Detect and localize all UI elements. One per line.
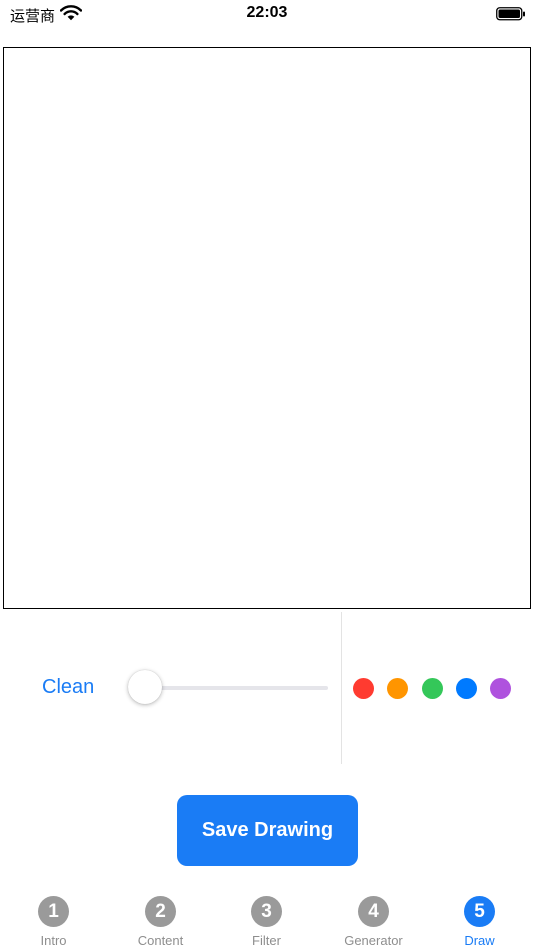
tab-draw[interactable]: 5 Draw <box>426 886 533 950</box>
tab-generator[interactable]: 4 Generator <box>320 886 427 950</box>
drawing-canvas[interactable] <box>3 47 531 609</box>
save-drawing-button[interactable]: Save Drawing <box>177 795 358 866</box>
stroke-width-slider[interactable] <box>128 670 330 706</box>
battery-icon <box>496 7 526 26</box>
color-swatch-green[interactable] <box>422 678 443 699</box>
tab-label: Generator <box>344 933 403 948</box>
tab-number-badge: 3 <box>251 896 282 927</box>
tab-label: Content <box>137 933 184 948</box>
drawing-controls: Clean <box>0 612 534 764</box>
tab-number-badge: 4 <box>358 896 389 927</box>
tab-label: Filter <box>252 933 281 948</box>
color-swatch-purple[interactable] <box>490 678 511 699</box>
status-bar: 运营商 22:03 <box>0 0 534 30</box>
tab-filter[interactable]: 3 Filter <box>213 886 320 950</box>
tab-label: Draw <box>464 933 495 948</box>
clean-button[interactable]: Clean <box>42 676 94 699</box>
tab-number-badge: 2 <box>145 896 176 927</box>
slider-thumb[interactable] <box>128 670 162 704</box>
clock: 22:03 <box>246 4 288 21</box>
color-swatch-orange[interactable] <box>387 678 408 699</box>
tab-number-badge: 1 <box>38 896 69 927</box>
tab-label: Intro <box>40 933 67 948</box>
color-swatch-red[interactable] <box>353 678 374 699</box>
tab-number-badge: 5 <box>464 896 495 927</box>
color-swatch-blue[interactable] <box>456 678 477 699</box>
tab-intro[interactable]: 1 Intro <box>0 886 107 950</box>
divider <box>341 612 342 764</box>
tab-bar: 1 Intro 2 Content 3 Filter 4 Generator 5… <box>0 886 534 950</box>
tab-content[interactable]: 2 Content <box>107 886 214 950</box>
